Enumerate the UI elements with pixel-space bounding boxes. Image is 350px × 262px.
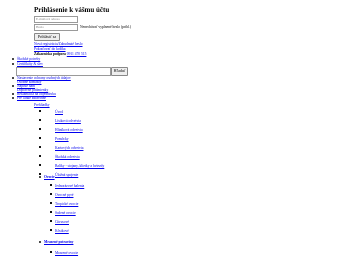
- bullet-icon: [12, 58, 15, 61]
- square-bullet-icon: [39, 110, 42, 113]
- top-menu-item-1[interactable]: Certifikáty & slev: [17, 62, 43, 66]
- category-item[interactable]: Úvod: [55, 110, 63, 114]
- square-bullet-icon: [50, 202, 53, 205]
- login-button[interactable]: Prihlásiť sa: [34, 33, 60, 41]
- category-item[interactable]: Úložná spojenie: [55, 173, 78, 177]
- category-item[interactable]: Mrazené ovocie: [55, 251, 78, 255]
- support-phone[interactable]: 0911 470 515: [67, 52, 87, 56]
- section-1-label[interactable]: Ovocie: [44, 175, 55, 179]
- register-link[interactable]: Nová registrácia/Zabudnuté heslo: [34, 42, 83, 46]
- category-item[interactable]: Balíky - stojany, klietky a hviezdy: [55, 164, 104, 168]
- search-button[interactable]: Hľadať: [111, 67, 128, 76]
- category-item[interactable]: Tropické ovocie: [55, 202, 78, 206]
- login-title: Prihlásenie k vášmu účtu: [34, 6, 110, 14]
- bullet-icon: [12, 93, 15, 96]
- square-bullet-icon: [50, 211, 53, 214]
- category-item[interactable]: Kartových odvetvia: [55, 146, 83, 150]
- square-bullet-icon: [39, 119, 42, 122]
- square-bullet-icon: [39, 137, 42, 140]
- bullet-icon: [12, 77, 15, 80]
- category-item[interactable]: Ovocné pyré: [55, 193, 73, 197]
- square-bullet-icon: [39, 164, 42, 167]
- square-bullet-icon: [39, 146, 42, 149]
- bullet-icon: [39, 241, 42, 244]
- category-item[interactable]: Školská odvetvia: [55, 155, 80, 159]
- category-item[interactable]: Kôstkové: [55, 229, 69, 233]
- email-field[interactable]: E-mailová adresa: [34, 16, 78, 23]
- orders-link[interactable]: Pokračovať do košíka: [34, 47, 65, 51]
- square-bullet-icon: [50, 193, 53, 196]
- category-item[interactable]: Citrusové: [55, 220, 69, 224]
- category-item[interactable]: Lístková odvetvia: [55, 119, 81, 123]
- bullet-icon: [12, 97, 15, 100]
- square-bullet-icon: [50, 220, 53, 223]
- category-item[interactable]: Pomôcky: [55, 137, 69, 141]
- section-2-label[interactable]: Mrazené potraviny: [44, 240, 73, 244]
- bullet-icon: [12, 63, 15, 66]
- top-menu-item-0[interactable]: Školské potreby: [17, 57, 40, 61]
- square-bullet-icon: [50, 229, 53, 232]
- square-bullet-icon: [39, 155, 42, 158]
- square-bullet-icon: [39, 128, 42, 131]
- remember-label: Nenechávať vyplnené heslo (prihl.): [80, 25, 132, 29]
- category-item[interactable]: Hliníková odvetvia: [55, 128, 83, 132]
- password-field[interactable]: Heslo: [34, 24, 78, 31]
- search-input[interactable]: [16, 67, 111, 76]
- support-label: Zákaznícka podpora: [34, 52, 66, 56]
- overlay-link-4[interactable]: Pre ľahké zdravotne: [17, 96, 46, 100]
- square-bullet-icon: [50, 184, 53, 187]
- support-line: Zákaznícka podpora 0911 470 515: [34, 52, 86, 56]
- square-bullet-icon: [50, 251, 53, 254]
- category-item[interactable]: Sušené ovocie: [55, 211, 76, 215]
- bullet-icon: [12, 85, 15, 88]
- category-item[interactable]: Jednorázové balenia: [55, 184, 84, 188]
- section-0-label[interactable]: Prehliadky: [34, 103, 50, 107]
- bullet-icon: [39, 176, 42, 179]
